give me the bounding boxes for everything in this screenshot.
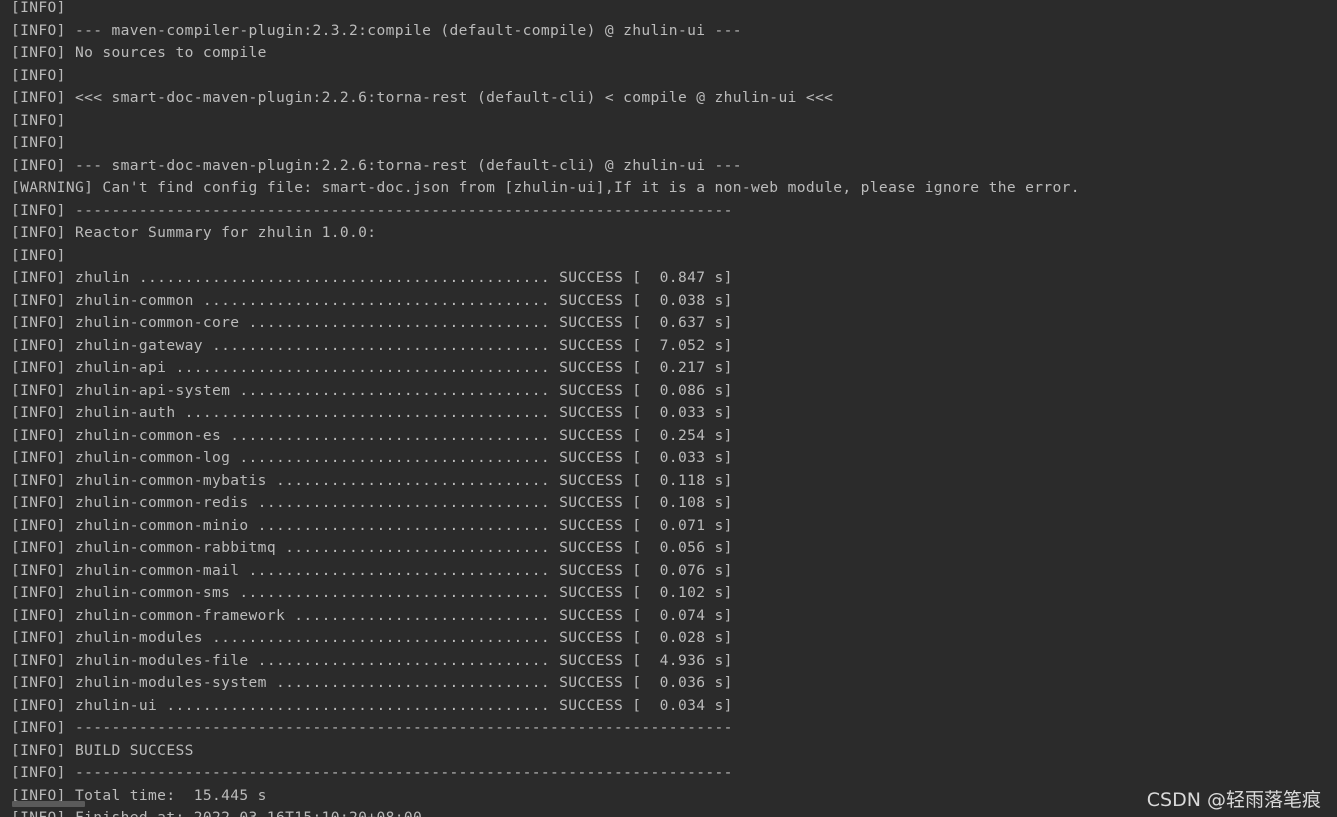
log-line: [INFO] --- smart-doc-maven-plugin:2.2.6:… [11, 156, 742, 174]
log-line: [INFO] zhulin-common-es ................… [11, 426, 733, 444]
log-line: [INFO] BUILD SUCCESS [11, 741, 194, 759]
log-line: [INFO] zhulin-auth .....................… [11, 404, 733, 421]
log-line: [INFO] ---------------------------------… [11, 201, 733, 219]
log-line: [INFO] Total time: 15.445 s [11, 786, 267, 804]
horizontal-scrollbar-thumb[interactable] [12, 801, 85, 807]
log-line: [INFO] zhulin-ui .......................… [11, 696, 733, 714]
log-line-partial: [INFO] Finished at: 2022-03-16T15:10:20+… [11, 807, 1080, 817]
log-line: [INFO] zhulin-common-redis .............… [11, 494, 733, 511]
csdn-watermark: CSDN @轻雨落笔痕 [1146, 789, 1321, 811]
log-line: [INFO] zhulin-common-sms ...............… [11, 584, 733, 601]
log-line: [INFO] ---------------------------------… [11, 719, 733, 736]
log-line: [INFO] No sources to compile [11, 44, 267, 61]
log-line: [INFO] [11, 0, 66, 16]
log-line: [INFO] zhulin-common-framework .........… [11, 606, 733, 624]
log-line: [INFO] zhulin-api-system ...............… [11, 381, 733, 399]
log-line: [INFO] zhulin-common-log ...............… [11, 449, 733, 466]
log-line: [INFO] zhulin-common-core ..............… [11, 314, 733, 331]
log-line: [INFO] zhulin-gateway ..................… [11, 336, 733, 354]
console-lines: [INFO] [INFO] --- maven-compiler-plugin:2… [11, 0, 1080, 817]
log-line: [INFO] zhulin-common-mail ..............… [11, 561, 733, 579]
log-line: [INFO] zhulin-common ...................… [11, 291, 733, 309]
log-line: [INFO] zhulin-modules-file .............… [11, 651, 733, 669]
log-line: [INFO] <<< smart-doc-maven-plugin:2.2.6:… [11, 89, 834, 106]
log-line: [INFO] zhulin-common-rabbitmq ..........… [11, 539, 733, 556]
log-line: [INFO] [11, 66, 66, 84]
log-line: [WARNING] Can't find config file: smart-… [11, 179, 1080, 196]
log-line: [INFO] [11, 134, 66, 151]
log-line: [INFO] zhulin-modules-system ...........… [11, 674, 733, 691]
log-line: [INFO] zhulin-common-minio .............… [11, 516, 733, 534]
log-line: [INFO] ---------------------------------… [11, 764, 733, 781]
console-output[interactable]: [INFO] [INFO] --- maven-compiler-plugin:2… [0, 0, 1337, 817]
log-line: [INFO] zhulin ..........................… [11, 269, 733, 286]
log-line: [INFO] zhulin-api ......................… [11, 359, 733, 376]
log-line: [INFO] [11, 111, 66, 129]
log-line: [INFO] [11, 246, 66, 264]
log-line: [INFO] Reactor Summary for zhulin 1.0.0: [11, 224, 377, 241]
log-line: [INFO] zhulin-common-mybatis ...........… [11, 471, 733, 489]
log-line: [INFO] --- maven-compiler-plugin:2.3.2:c… [11, 21, 742, 39]
log-line: [INFO] zhulin-modules ..................… [11, 629, 733, 646]
